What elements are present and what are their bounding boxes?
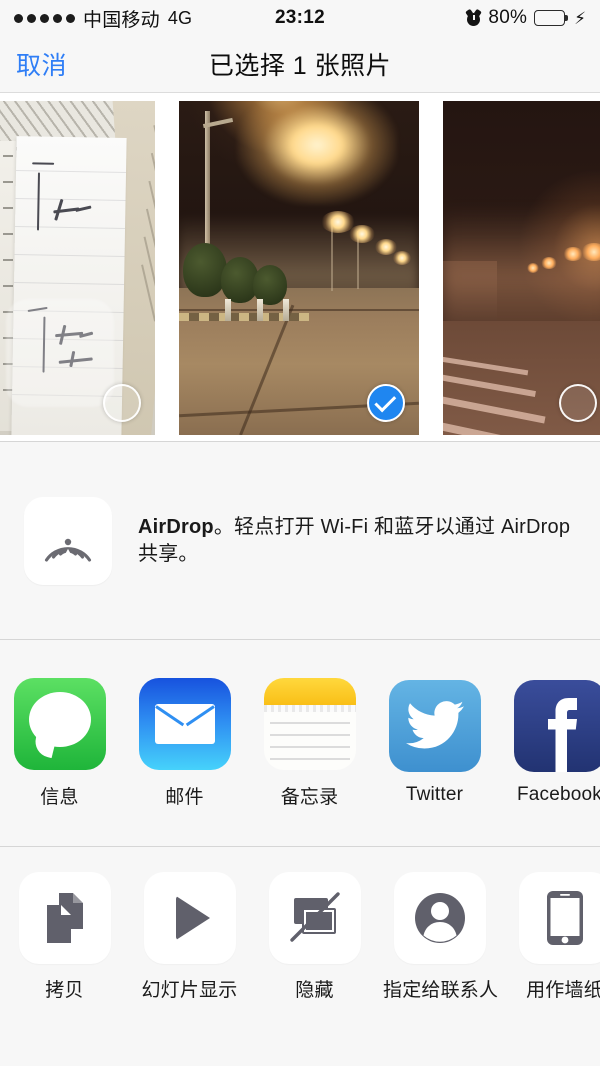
airdrop-icon[interactable] — [24, 496, 112, 585]
battery-percent-label: 80% — [488, 7, 528, 28]
cancel-button[interactable]: 取消 — [16, 46, 67, 82]
assign-to-contact-icon[interactable] — [393, 872, 486, 964]
action-label: 幻灯片显示 — [141, 980, 238, 1001]
share-app-label: Facebook — [516, 784, 600, 805]
twitter-icon[interactable] — [388, 680, 481, 772]
photo-thumbnail-2[interactable] — [179, 101, 419, 435]
status-bar-right: 80% ⚡ — [465, 7, 586, 29]
share-apps-row[interactable]: 信息 邮件 备忘录 Twitter Facebook — [0, 640, 600, 846]
charging-bolt-icon: ⚡ — [574, 8, 586, 28]
mail-icon[interactable] — [138, 677, 231, 770]
photo-selection-toggle-2[interactable] — [367, 384, 405, 422]
airdrop-message: AirDrop。轻点打开 Wi-Fi 和蓝牙以通过 AirDrop 共享。 — [138, 514, 576, 568]
action-use-as-wallpaper[interactable]: 用作墙纸 — [508, 872, 600, 1002]
messages-icon[interactable] — [13, 677, 106, 770]
alarm-clock-icon — [465, 8, 483, 26]
share-app-label: Twitter — [405, 784, 464, 805]
share-sheet-screen: 中国移动 4G 23:12 80% ⚡ 取消 已选择 1 张照片 AirDrop… — [0, 0, 600, 1066]
use-as-wallpaper-icon[interactable] — [518, 872, 600, 964]
airdrop-title: AirDrop — [138, 515, 214, 538]
copy-icon[interactable] — [18, 872, 111, 964]
photo-thumbnail-3[interactable] — [443, 101, 600, 435]
photo-selection-toggle-3[interactable] — [559, 384, 597, 422]
actions-row[interactable]: 拷贝 幻灯片显示 隐藏 指定给联系人 用作墙纸 — [0, 847, 600, 1027]
photo-thumbnail-1[interactable] — [0, 101, 155, 435]
share-app-mail[interactable]: 邮件 — [133, 677, 236, 809]
photo-selection-toggle-1[interactable] — [103, 384, 141, 422]
selected-photos-strip[interactable] — [0, 93, 600, 441]
carrier-label: 中国移动 — [83, 9, 160, 31]
action-label: 拷贝 — [45, 980, 84, 1001]
network-type-label: 4G — [167, 7, 193, 28]
checkmark-icon — [374, 389, 397, 412]
action-hide[interactable]: 隐藏 — [258, 872, 371, 1002]
facebook-icon[interactable] — [513, 680, 600, 772]
navigation-bar: 取消 已选择 1 张照片 — [0, 36, 600, 93]
share-app-label: 邮件 — [165, 786, 204, 808]
action-assign-to-contact[interactable]: 指定给联系人 — [383, 872, 499, 1002]
airdrop-section[interactable]: AirDrop。轻点打开 Wi-Fi 和蓝牙以通过 AirDrop 共享。 — [0, 442, 600, 639]
action-label: 隐藏 — [295, 980, 334, 1001]
notes-icon[interactable] — [263, 677, 356, 770]
share-app-messages[interactable]: 信息 — [8, 677, 111, 809]
status-bar: 中国移动 4G 23:12 80% ⚡ — [0, 0, 600, 36]
status-bar-left: 中国移动 4G — [14, 5, 192, 32]
page-title: 已选择 1 张照片 — [208, 52, 392, 80]
share-app-label: 信息 — [40, 786, 79, 808]
share-app-twitter[interactable]: Twitter — [383, 680, 486, 806]
hide-photo-icon[interactable] — [268, 872, 361, 964]
action-copy[interactable]: 拷贝 — [8, 872, 121, 1002]
action-label: 用作墙纸 — [526, 980, 600, 1001]
action-slideshow[interactable]: 幻灯片显示 — [133, 872, 246, 1002]
action-label: 指定给联系人 — [383, 980, 499, 1001]
share-app-facebook[interactable]: Facebook — [508, 680, 600, 806]
share-app-notes[interactable]: 备忘录 — [258, 677, 361, 809]
share-app-label: 备忘录 — [280, 786, 339, 808]
slideshow-play-icon[interactable] — [143, 872, 236, 964]
signal-strength-icon — [14, 13, 75, 23]
battery-icon — [534, 10, 569, 26]
